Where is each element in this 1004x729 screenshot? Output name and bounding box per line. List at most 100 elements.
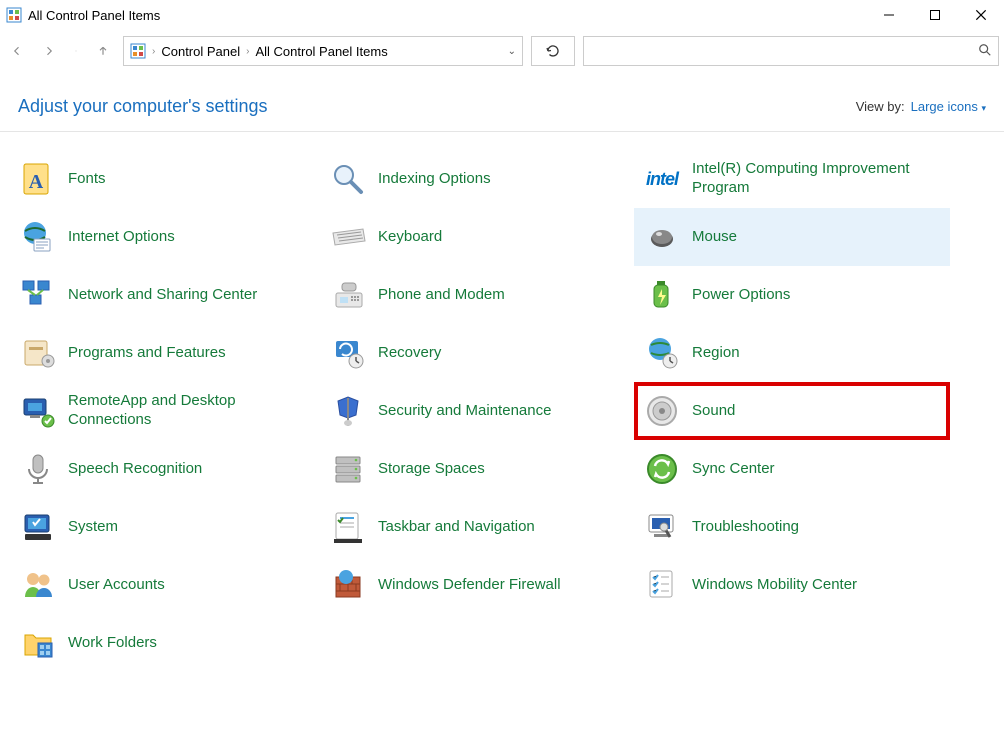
item-label: Keyboard: [368, 228, 442, 247]
control-panel-icon: [6, 7, 22, 23]
taskbar-icon: [328, 507, 368, 547]
item-label: Storage Spaces: [368, 460, 485, 479]
users-icon: [18, 565, 58, 605]
item-label: Windows Mobility Center: [682, 576, 857, 595]
system-icon: [18, 507, 58, 547]
storage-icon: [328, 449, 368, 489]
chevron-right-icon[interactable]: ›: [152, 46, 155, 57]
view-by-dropdown[interactable]: Large icons ▾: [911, 99, 986, 114]
item-storage-spaces[interactable]: Storage Spaces: [320, 440, 634, 498]
item-system[interactable]: System: [10, 498, 320, 556]
item-intel-program[interactable]: intel Intel(R) Computing Improvement Pro…: [634, 150, 950, 208]
mobility-icon: [642, 565, 682, 605]
item-user-accounts[interactable]: User Accounts: [10, 556, 320, 614]
work-folders-icon: [18, 623, 58, 663]
item-recovery[interactable]: Recovery: [320, 324, 634, 382]
phone-icon: [328, 275, 368, 315]
breadcrumb-root[interactable]: Control Panel: [161, 44, 240, 59]
item-label: User Accounts: [58, 576, 165, 595]
item-label: Mouse: [682, 228, 737, 247]
item-sync-center[interactable]: Sync Center: [634, 440, 950, 498]
recent-locations-button[interactable]: [69, 39, 83, 63]
item-label: Phone and Modem: [368, 286, 505, 305]
item-mobility-center[interactable]: Windows Mobility Center: [634, 556, 950, 614]
security-icon: [328, 391, 368, 431]
keyboard-icon: [328, 217, 368, 257]
remoteapp-icon: [18, 391, 58, 431]
view-by: View by: Large icons ▾: [856, 99, 986, 114]
firewall-icon: [328, 565, 368, 605]
item-power-options[interactable]: Power Options: [634, 266, 950, 324]
breadcrumb-leaf[interactable]: All Control Panel Items: [255, 44, 387, 59]
chevron-right-icon[interactable]: ›: [246, 46, 249, 57]
item-keyboard[interactable]: Keyboard: [320, 208, 634, 266]
item-network-sharing[interactable]: Network and Sharing Center: [10, 266, 320, 324]
item-label: Region: [682, 344, 740, 363]
item-work-folders[interactable]: Work Folders: [10, 614, 320, 672]
view-by-label: View by:: [856, 99, 905, 114]
item-sound[interactable]: Sound: [634, 382, 950, 440]
toolbar: › Control Panel › All Control Panel Item…: [0, 30, 1004, 72]
item-mouse[interactable]: Mouse: [634, 208, 950, 266]
back-button[interactable]: [5, 39, 29, 63]
item-indexing-options[interactable]: Indexing Options: [320, 150, 634, 208]
item-label: Internet Options: [58, 228, 175, 247]
chevron-down-icon[interactable]: ⌄: [508, 46, 516, 57]
item-label: Sync Center: [682, 460, 775, 479]
control-panel-icon: [130, 43, 146, 59]
search-input[interactable]: [590, 43, 978, 60]
region-icon: [642, 333, 682, 373]
page-title: Adjust your computer's settings: [18, 96, 268, 117]
window-controls: [866, 0, 1004, 30]
items-grid: A Fonts Indexing Options intel Intel(R) …: [0, 132, 1004, 672]
item-programs-features[interactable]: Programs and Features: [10, 324, 320, 382]
maximize-button[interactable]: [912, 0, 958, 30]
power-icon: [642, 275, 682, 315]
forward-button[interactable]: [37, 39, 61, 63]
internet-icon: [18, 217, 58, 257]
network-icon: [18, 275, 58, 315]
mouse-icon: [642, 217, 682, 257]
item-security-maintenance[interactable]: Security and Maintenance: [320, 382, 634, 440]
up-button[interactable]: [91, 39, 115, 63]
item-region[interactable]: Region: [634, 324, 950, 382]
item-phone-modem[interactable]: Phone and Modem: [320, 266, 634, 324]
item-label: Work Folders: [58, 634, 157, 653]
window-title: All Control Panel Items: [28, 8, 160, 23]
intel-icon: intel: [642, 159, 682, 199]
minimize-button[interactable]: [866, 0, 912, 30]
svg-text:A: A: [29, 171, 44, 193]
item-windows-firewall[interactable]: Windows Defender Firewall: [320, 556, 634, 614]
view-by-value: Large icons: [911, 99, 978, 114]
item-label: Indexing Options: [368, 170, 491, 189]
item-taskbar-navigation[interactable]: Taskbar and Navigation: [320, 498, 634, 556]
item-troubleshooting[interactable]: Troubleshooting: [634, 498, 950, 556]
troubleshooting-icon: [642, 507, 682, 547]
item-label: Fonts: [58, 170, 106, 189]
recovery-icon: [328, 333, 368, 373]
titlebar: All Control Panel Items: [0, 0, 1004, 30]
address-bar[interactable]: › Control Panel › All Control Panel Item…: [123, 36, 523, 66]
item-label: Power Options: [682, 286, 790, 305]
item-remoteapp[interactable]: RemoteApp and Desktop Connections: [10, 382, 320, 440]
item-label: Network and Sharing Center: [58, 286, 257, 305]
chevron-down-icon: ▾: [981, 103, 986, 113]
refresh-button[interactable]: [531, 36, 575, 66]
fonts-icon: A: [18, 159, 58, 199]
sound-icon: [642, 391, 682, 431]
search-icon: [978, 43, 992, 60]
item-label: Programs and Features: [58, 344, 226, 363]
speech-icon: [18, 449, 58, 489]
item-label: Recovery: [368, 344, 441, 363]
item-label: Taskbar and Navigation: [368, 518, 535, 537]
close-button[interactable]: [958, 0, 1004, 30]
item-internet-options[interactable]: Internet Options: [10, 208, 320, 266]
item-label: Sound: [682, 402, 735, 421]
item-speech-recognition[interactable]: Speech Recognition: [10, 440, 320, 498]
programs-icon: [18, 333, 58, 373]
search-box[interactable]: [583, 36, 999, 66]
item-fonts[interactable]: A Fonts: [10, 150, 320, 208]
item-label: Troubleshooting: [682, 518, 799, 537]
item-label: Speech Recognition: [58, 460, 202, 479]
item-label: RemoteApp and Desktop Connections: [58, 392, 298, 430]
